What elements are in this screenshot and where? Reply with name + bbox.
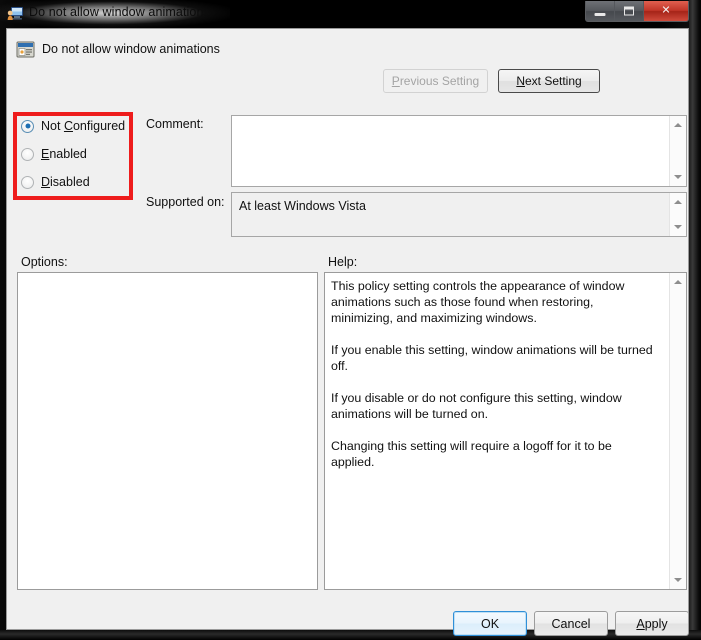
scroll-down-icon[interactable] — [670, 169, 686, 185]
apply-button-label: Apply — [636, 616, 668, 631]
dialog-window: Do not allow window animations ✕ Do not … — [0, 0, 701, 640]
next-setting-button[interactable]: Next Setting — [498, 69, 600, 93]
radio-label-not-configured: Not Configured — [41, 119, 126, 133]
dialog-client-area: Do not allow window animations Previous … — [6, 28, 689, 636]
maximize-button[interactable] — [615, 1, 644, 21]
supported-on-label: Supported on: — [146, 195, 225, 209]
policy-setting-title: Do not allow window animations — [42, 42, 220, 56]
radio-enabled[interactable]: Enabled — [21, 147, 87, 161]
radio-indicator-not-configured — [21, 119, 34, 133]
cancel-button[interactable]: Cancel — [534, 611, 608, 636]
minimize-button[interactable] — [586, 1, 615, 21]
comment-input[interactable] — [232, 116, 669, 186]
supported-on-field: At least Windows Vista — [231, 192, 687, 237]
help-paragraph: If you enable this setting, window anima… — [331, 343, 653, 373]
scroll-down-icon[interactable] — [670, 219, 686, 235]
radio-not-configured[interactable]: Not Configured — [21, 119, 125, 133]
window-title: Do not allow window animations — [29, 5, 210, 19]
ok-button-label: OK — [480, 616, 500, 631]
maximize-icon — [624, 6, 634, 16]
radio-label-enabled: Enabled — [41, 147, 87, 161]
help-paragraph: This policy setting controls the appeara… — [331, 279, 625, 325]
apply-button[interactable]: Apply — [615, 611, 689, 636]
help-panel: This policy setting controls the appeara… — [324, 272, 687, 590]
options-label: Options: — [21, 255, 68, 269]
policy-setting-icon — [16, 41, 35, 59]
help-paragraph: Changing this setting will require a log… — [331, 439, 612, 469]
radio-indicator-disabled — [21, 175, 34, 189]
window-frame-right — [689, 0, 701, 640]
policy-computer-icon — [7, 6, 24, 22]
previous-setting-label: Previous Setting — [391, 74, 480, 88]
help-label: Help: — [328, 255, 358, 269]
supported-on-value: At least Windows Vista — [239, 199, 366, 213]
comment-scrollbar[interactable] — [669, 116, 686, 186]
minimize-icon — [594, 13, 606, 17]
help-paragraph: If you disable or do not configure this … — [331, 391, 622, 421]
radio-indicator-enabled — [21, 147, 34, 161]
help-scrollbar[interactable] — [669, 273, 686, 589]
radio-disabled[interactable]: Disabled — [21, 175, 90, 189]
scroll-down-icon[interactable] — [670, 572, 686, 588]
next-setting-label: Next Setting — [516, 74, 582, 88]
previous-setting-button[interactable]: Previous Setting — [383, 69, 488, 93]
ok-button[interactable]: OK — [453, 611, 527, 636]
scroll-up-icon[interactable] — [670, 274, 686, 290]
scroll-up-icon[interactable] — [670, 194, 686, 210]
supported-on-scrollbar[interactable] — [669, 193, 686, 236]
comment-label: Comment: — [146, 117, 204, 131]
close-icon: ✕ — [661, 4, 671, 17]
options-panel[interactable] — [17, 272, 318, 590]
help-text: This policy setting controls the appeara… — [325, 273, 665, 589]
comment-field[interactable] — [231, 115, 687, 187]
window-controls: ✕ — [585, 1, 689, 22]
cancel-button-label: Cancel — [551, 616, 591, 631]
title-bar[interactable]: Do not allow window animations ✕ — [0, 0, 701, 28]
radio-label-disabled: Disabled — [41, 175, 90, 189]
scroll-up-icon[interactable] — [670, 117, 686, 133]
close-button[interactable]: ✕ — [644, 1, 688, 21]
